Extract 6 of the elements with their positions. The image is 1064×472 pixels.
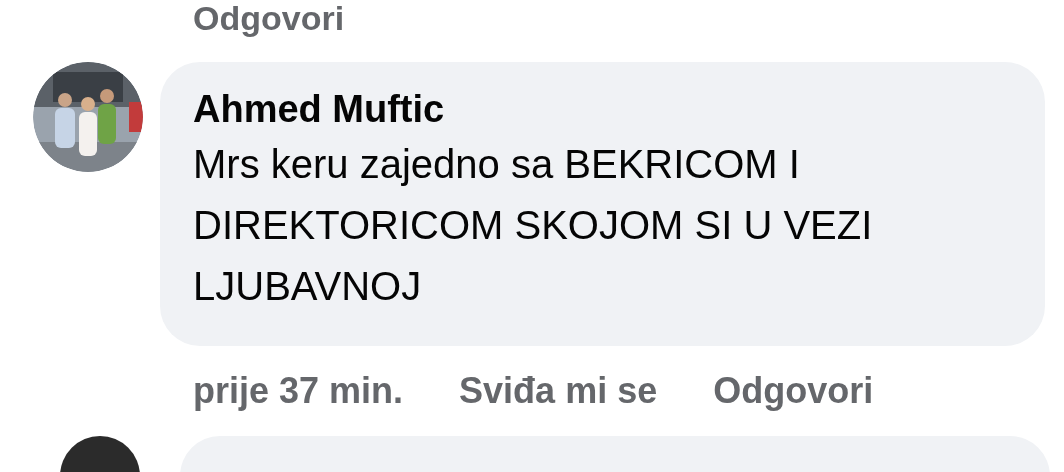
- comment-text: Mrs keru zajedno sa BEKRICOM I DIREKTORICOM SKOJOM SI U VEZI LJUBAVNOJ: [193, 141, 874, 310]
- timestamp: prije 37 min.: [193, 369, 404, 413]
- reply-link[interactable]: Odgovori: [193, 0, 345, 36]
- action-link[interactable]: Odgovori: [713, 366, 874, 416]
- action-link[interactable]: Sviđa mi se: [459, 366, 658, 416]
- author-name[interactable]: Ahmed Muftic: [193, 84, 1025, 134]
